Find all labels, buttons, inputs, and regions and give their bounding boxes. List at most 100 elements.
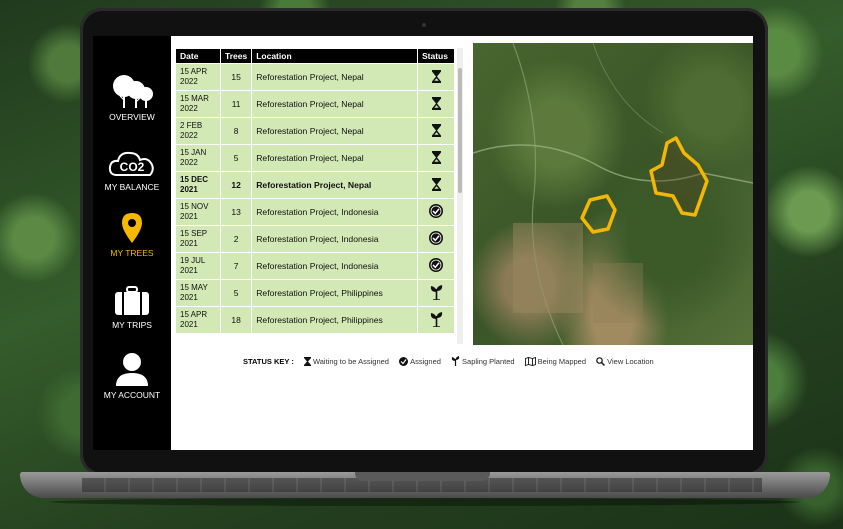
table-row[interactable]: 15 JAN 2022 5 Reforestation Project, Nepal [175,144,455,172]
cell-date: 15 JAN 2022 [175,144,221,172]
table-row[interactable]: 15 MAY 2021 5 Reforestation Project, Philip… [175,279,455,307]
co2-badge: CO2 [120,160,145,174]
table-row[interactable]: 15 SEP 2021 2 Reforestation Project, Indone… [175,225,455,253]
cell-status[interactable] [417,63,455,91]
status-key-sapling: Sapling Planted [451,356,515,367]
sapling-icon[interactable] [430,311,443,329]
cell-status[interactable] [417,252,455,280]
cell-trees: 5 [219,279,253,307]
table-row[interactable]: 15 APR 2021 18 Reforestation Project, Phili… [175,306,455,334]
sidebar-item-my-account[interactable]: MY ACCOUNT [93,352,171,400]
cell-location: Reforestation Project, Nepal [251,90,418,118]
table-row[interactable]: 15 MAR 2022 11 Reforestation Project, Nepal [175,90,455,118]
cell-status[interactable] [417,225,455,253]
map-icon [524,356,536,366]
cell-date: 15 MAR 2022 [175,90,221,118]
cell-trees: 11 [219,90,253,118]
satellite-map[interactable] [473,43,753,345]
hourglass-icon [303,356,311,366]
cell-date-day: 15 APR [180,310,208,319]
sidebar-item-label: OVERVIEW [109,112,155,122]
table-row[interactable]: 15 NOV 2021 13 Reforestation Project, Indon… [175,198,455,226]
status-key-mapped: Being Mapped [524,356,586,366]
column-header-trees[interactable]: Trees [219,48,253,64]
table-scrollbar[interactable] [457,48,463,344]
check-circle-icon[interactable] [429,204,443,220]
sidebar: OVERVIEW CO2 MY BALANCE MY TREES MY TRIP… [93,36,171,450]
table-row[interactable]: 15 APR 2022 15 Reforestation Project, Nepal [175,63,455,91]
cell-date-year: 2022 [180,158,198,167]
sidebar-item-label: MY BALANCE [104,182,160,192]
cell-status[interactable] [417,279,455,307]
cell-date-year: 2021 [180,293,198,302]
cell-trees: 15 [219,63,253,91]
app-screen: OVERVIEW CO2 MY BALANCE MY TREES MY TRIP… [93,36,753,450]
cell-location: Reforestation Project, Indonesia [251,225,418,253]
sidebar-item-my-trips[interactable]: MY TRIPS [93,286,171,330]
cell-date-day: 15 APR [180,67,208,76]
cell-date-year: 2021 [180,239,198,248]
search-icon [596,356,606,366]
hourglass-icon[interactable] [431,69,441,85]
column-header-status[interactable]: Status [417,48,455,64]
sidebar-item-my-balance[interactable]: CO2 MY BALANCE [93,148,171,192]
cell-date: 15 APR 2021 [175,306,221,334]
cell-date-day: 15 SEP [180,229,208,238]
table-row[interactable]: 2 FEB 2022 8 Reforestation Project, Nepal [175,117,455,145]
status-key-waiting: Waiting to be Assigned [303,356,389,366]
sapling-icon[interactable] [430,284,443,302]
cell-date-year: 2021 [180,266,198,275]
cell-status[interactable] [417,306,455,334]
status-key: STATUS KEY : Waiting to be Assigned Assi… [243,356,662,367]
cell-date: 15 MAY 2021 [175,279,221,307]
cell-status[interactable] [417,90,455,118]
hourglass-icon[interactable] [431,150,441,166]
cell-date: 15 NOV 2021 [175,198,221,226]
check-circle-icon [399,356,409,366]
location-pin-icon [122,213,142,243]
reforestation-area-polygon[interactable] [649,136,709,217]
cell-date-year: 2021 [180,320,198,329]
column-header-date[interactable]: Date [175,48,221,64]
cell-location: Reforestation Project, Indonesia [251,198,418,226]
status-key-view: View Location [596,356,654,366]
status-key-waiting-label: Waiting to be Assigned [312,356,389,366]
map-overlay [473,43,753,345]
cell-status[interactable] [417,171,455,199]
sidebar-item-label: MY TREES [110,248,154,258]
cell-location: Reforestation Project, Nepal [251,117,418,145]
cell-date-day: 19 JUL [180,256,206,265]
sidebar-item-my-trees[interactable]: MY TREES [93,212,171,258]
table-header-row: Date Trees Location Status [175,48,455,64]
cell-trees: 18 [219,306,253,334]
status-key-sapling-label: Sapling Planted [462,356,515,366]
sidebar-item-overview[interactable]: OVERVIEW [93,74,171,122]
cell-status[interactable] [417,144,455,172]
column-header-location[interactable]: Location [251,48,418,64]
status-key-assigned-label: Assigned [410,356,441,366]
reforestation-area-hexagon[interactable] [580,194,617,234]
table-row[interactable]: 15 DEC 2021 12 Reforestation Project, Nepal [175,171,455,199]
cell-status[interactable] [417,117,455,145]
scrollbar-thumb[interactable] [458,68,462,193]
cell-date: 15 DEC 2021 [175,171,221,199]
cell-date: 15 APR 2022 [175,63,221,91]
cell-location: Reforestation Project, Indonesia [251,252,418,280]
cell-trees: 5 [219,144,253,172]
hourglass-icon[interactable] [431,177,441,193]
cell-date-day: 15 MAY [180,283,208,292]
cell-date-year: 2021 [180,212,198,221]
luggage-icon [115,286,149,315]
laptop-notch [355,472,490,481]
check-circle-icon[interactable] [429,231,443,247]
check-circle-icon[interactable] [429,258,443,274]
hourglass-icon[interactable] [431,123,441,139]
cell-location: Reforestation Project, Nepal [251,63,418,91]
cell-date-day: 15 JAN [180,148,207,157]
table-row[interactable]: 19 JUL 2021 7 Reforestation Project, Indone… [175,252,455,280]
hourglass-icon[interactable] [431,96,441,112]
cell-date-day: 15 NOV [180,202,209,211]
cell-date: 15 SEP 2021 [175,225,221,253]
cell-status[interactable] [417,198,455,226]
cell-date-year: 2022 [180,104,198,113]
